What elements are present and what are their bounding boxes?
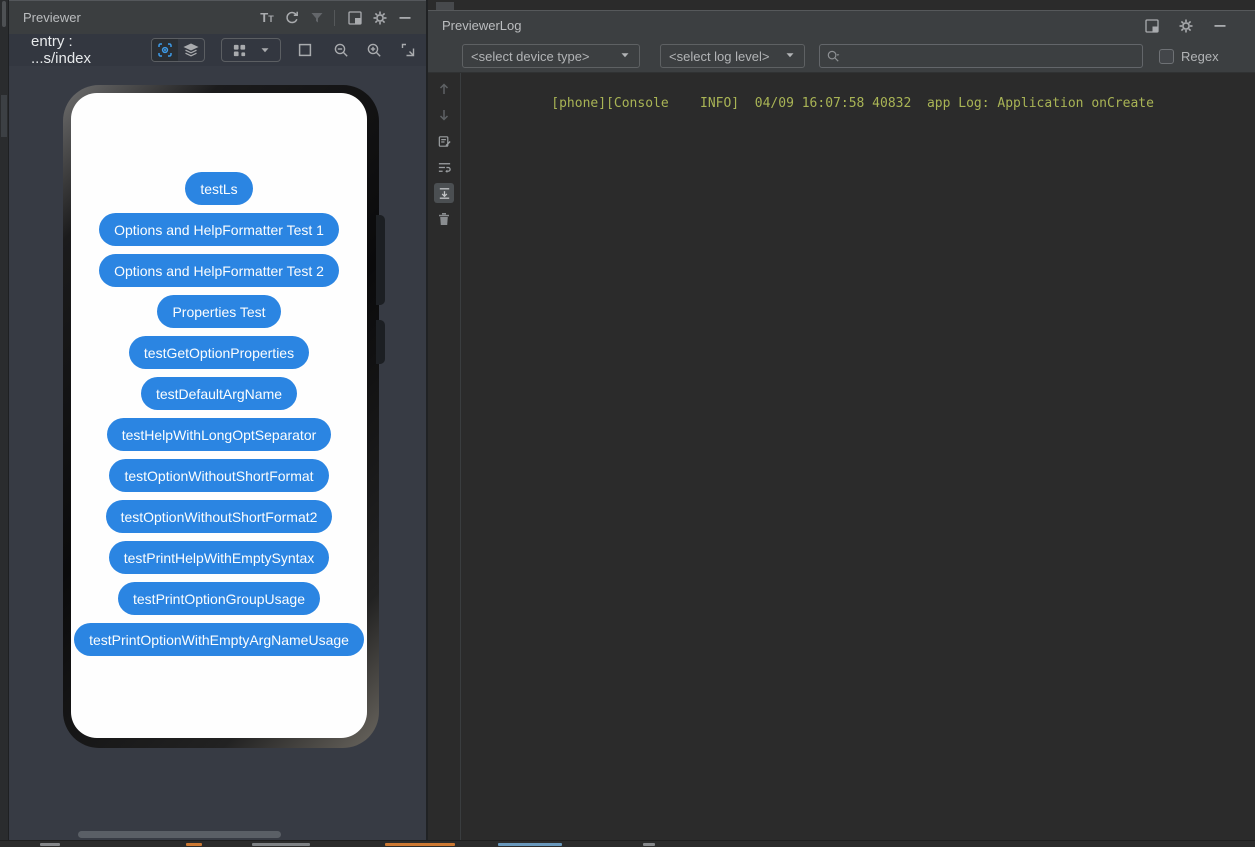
- previewer-toolbar: entry : ...s/index: [9, 34, 426, 66]
- clear-all-icon[interactable]: [434, 209, 454, 229]
- preview-app-button[interactable]: testPrintOptionGroupUsage: [118, 582, 320, 615]
- search-icon: [826, 49, 841, 64]
- filter-icon[interactable]: [306, 7, 328, 29]
- toolbar-divider: [334, 10, 335, 26]
- components-grid-icon: [229, 39, 251, 61]
- previewer-log-header: PreviewerLog: [428, 10, 1255, 40]
- expand-icon[interactable]: [397, 39, 418, 61]
- previewer-log-panel: PreviewerLog <select device type>: [428, 0, 1255, 840]
- arrow-down-icon[interactable]: [434, 105, 454, 125]
- arrow-up-icon[interactable]: [434, 79, 454, 99]
- zoom-in-icon[interactable]: [364, 39, 385, 61]
- clipped-text-fragment: [186, 843, 202, 846]
- device-frame: testLs Options and HelpFormatter Test 1 Op…: [63, 85, 379, 748]
- log-search-box: [819, 44, 1143, 68]
- clipped-editor-row: [0, 840, 1255, 847]
- device-screen: testLs Options and HelpFormatter Test 1 Op…: [71, 93, 367, 738]
- log-level-value: <select log level>: [669, 49, 769, 64]
- previewer-panel: Previewer TT: [9, 0, 426, 840]
- preview-viewport: testLs Options and HelpFormatter Test 1 Op…: [9, 66, 426, 840]
- clipped-scrollbar: [2, 1, 6, 27]
- clipped-text-fragment: [498, 843, 562, 846]
- previewer-title: Previewer: [23, 10, 81, 25]
- preview-app-button[interactable]: testPrintHelpWithEmptySyntax: [109, 541, 330, 574]
- console-gutter: [428, 73, 461, 840]
- clipped-text-fragment: [643, 843, 655, 846]
- clipped-left-fragment: [1, 95, 7, 137]
- log-line: [phone][Console INFO] 04/09 16:07:58 408…: [551, 96, 1154, 111]
- console-output[interactable]: [phone][Console INFO] 04/09 16:07:58 408…: [461, 73, 1255, 840]
- regex-checkbox[interactable]: [1159, 49, 1174, 64]
- clipped-tab: [436, 2, 454, 10]
- log-level-select[interactable]: <select log level>: [660, 44, 805, 68]
- preview-target-label: entry : ...s/index: [31, 33, 131, 67]
- device-type-select[interactable]: <select device type>: [462, 44, 640, 68]
- soft-wrap-icon[interactable]: [434, 157, 454, 177]
- preview-mode-toggle: [151, 38, 204, 62]
- regex-label: Regex: [1181, 49, 1219, 64]
- previewer-header: Previewer TT: [9, 0, 426, 34]
- zoom-out-icon[interactable]: [331, 39, 352, 61]
- preview-app-button[interactable]: testOptionWithoutShortFormat: [109, 459, 328, 492]
- edit-log-icon[interactable]: [434, 131, 454, 151]
- preview-app-button[interactable]: testDefaultArgName: [141, 377, 297, 410]
- device-power-button: [376, 320, 385, 364]
- ide-window: Previewer TT: [0, 0, 1255, 847]
- preview-app-button[interactable]: testGetOptionProperties: [129, 336, 309, 369]
- gear-icon[interactable]: [1175, 15, 1197, 37]
- log-console: [phone][Console INFO] 04/09 16:07:58 408…: [428, 73, 1255, 840]
- device-volume-button: [376, 215, 385, 305]
- horizontal-scrollbar[interactable]: [78, 831, 281, 838]
- chevron-down-icon: [619, 49, 631, 64]
- clipped-left-panel-edge: [0, 0, 9, 840]
- search-input[interactable]: [841, 48, 1136, 65]
- clipped-text-fragment: [40, 843, 60, 846]
- frame-bounds-icon[interactable]: [295, 39, 316, 61]
- clipped-top-edge: [428, 0, 1255, 10]
- panel-layout-icon[interactable]: [1141, 15, 1163, 37]
- gear-icon[interactable]: [369, 7, 391, 29]
- scroll-to-end-icon[interactable]: [434, 183, 454, 203]
- refresh-icon[interactable]: [281, 7, 303, 29]
- layout-grid-selector[interactable]: [221, 38, 281, 62]
- font-size-icon[interactable]: TT: [256, 7, 278, 29]
- device-type-value: <select device type>: [471, 49, 590, 64]
- hide-panel-icon[interactable]: [1209, 15, 1231, 37]
- previewer-log-title: PreviewerLog: [442, 18, 522, 33]
- clipped-text-fragment: [252, 843, 310, 846]
- preview-app-button[interactable]: testPrintOptionWithEmptyArgNameUsage: [74, 623, 364, 656]
- panel-layout-icon[interactable]: [344, 7, 366, 29]
- chevron-down-icon: [254, 39, 276, 61]
- preview-app-button[interactable]: testOptionWithoutShortFormat2: [106, 500, 333, 533]
- preview-app-button[interactable]: testHelpWithLongOptSeparator: [107, 418, 332, 451]
- preview-app-button[interactable]: Properties Test: [157, 295, 280, 328]
- inspect-icon[interactable]: [152, 39, 178, 61]
- regex-toggle[interactable]: Regex: [1159, 49, 1219, 64]
- preview-app-button[interactable]: testLs: [185, 172, 252, 205]
- preview-app-button[interactable]: Options and HelpFormatter Test 2: [99, 254, 339, 287]
- main-row: Previewer TT: [0, 0, 1255, 840]
- layers-icon[interactable]: [178, 39, 204, 61]
- hide-panel-icon[interactable]: [394, 7, 416, 29]
- log-filter-toolbar: <select device type> <select log level>: [428, 40, 1255, 73]
- chevron-down-icon: [784, 49, 796, 64]
- preview-app-button[interactable]: Options and HelpFormatter Test 1: [99, 213, 339, 246]
- clipped-text-fragment: [385, 843, 455, 846]
